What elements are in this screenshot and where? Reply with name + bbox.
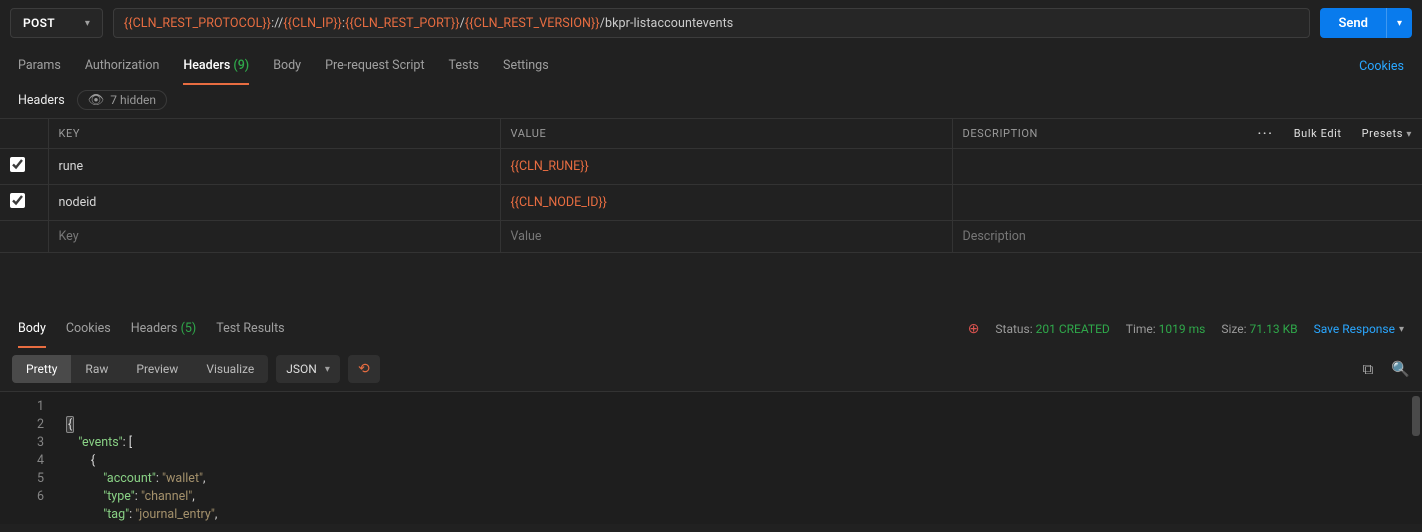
save-response-dropdown[interactable]: Save Response ▾ <box>1314 322 1404 336</box>
tab-params[interactable]: Params <box>18 48 61 85</box>
language-select[interactable]: JSON▾ <box>276 355 340 383</box>
bulk-edit-link[interactable]: Bulk Edit <box>1294 127 1342 140</box>
url-input[interactable]: {{CLN_REST_PROTOCOL}}://{{CLN_IP}}:{{CLN… <box>113 8 1311 38</box>
resp-tab-headers[interactable]: Headers (5) <box>131 311 196 348</box>
tab-settings[interactable]: Settings <box>503 48 549 85</box>
view-preview[interactable]: Preview <box>122 355 192 383</box>
presets-dropdown[interactable]: Presets ▾ <box>1362 127 1412 140</box>
view-raw[interactable]: Raw <box>71 355 122 383</box>
chevron-down-icon: ▾ <box>85 18 90 29</box>
chevron-down-icon: ▾ <box>1397 18 1402 29</box>
view-visualize[interactable]: Visualize <box>192 355 268 383</box>
header-value[interactable]: {{CLN_NODE_ID}} <box>500 185 952 221</box>
copy-icon[interactable]: ⧉ <box>1363 360 1374 378</box>
status-badge: Status: 201 CREATED <box>995 322 1109 336</box>
hidden-headers-toggle[interactable]: 👁 7 hidden <box>77 90 167 110</box>
tab-authorization[interactable]: Authorization <box>85 48 160 85</box>
code-content: { "events": [ { "account": "wallet", "ty… <box>56 392 217 524</box>
url-path: /bkpr-listaccountevents <box>600 16 734 31</box>
resp-tab-cookies[interactable]: Cookies <box>66 311 111 348</box>
url-var-version: {{CLN_REST_VERSION}} <box>465 16 600 31</box>
wrap-toggle[interactable]: ⟲ <box>348 355 380 383</box>
headers-table: KEY VALUE DESCRIPTION ··· Bulk Edit Pres… <box>0 118 1422 253</box>
row-checkbox[interactable] <box>10 193 25 208</box>
url-var-protocol: {{CLN_REST_PROTOCOL}} <box>124 16 271 31</box>
tab-body[interactable]: Body <box>273 48 301 85</box>
headers-title: Headers <box>18 93 65 108</box>
url-var-port: {{CLN_REST_PORT}} <box>345 16 460 31</box>
send-button[interactable]: Send <box>1320 8 1386 38</box>
tab-tests[interactable]: Tests <box>449 48 479 85</box>
row-checkbox[interactable] <box>10 157 25 172</box>
header-key[interactable]: nodeid <box>48 185 500 221</box>
view-mode-segment: Pretty Raw Preview Visualize <box>12 355 268 383</box>
table-row: nodeid {{CLN_NODE_ID}} <box>0 185 1422 221</box>
http-method-select[interactable]: POST ▾ <box>10 8 103 38</box>
tab-headers[interactable]: Headers (9) <box>183 48 249 85</box>
network-icon[interactable]: ⊕ <box>968 321 980 337</box>
http-method-label: POST <box>23 16 55 30</box>
view-pretty[interactable]: Pretty <box>12 355 71 383</box>
col-key: KEY <box>48 119 500 149</box>
chevron-down-icon: ▾ <box>1406 129 1412 140</box>
header-desc[interactable] <box>952 185 1422 221</box>
header-value[interactable]: {{CLN_RUNE}} <box>500 149 952 185</box>
size-badge: Size: 71.13 KB <box>1221 322 1297 336</box>
header-value-input[interactable]: Value <box>500 221 952 253</box>
col-description: DESCRIPTION <box>963 127 1038 140</box>
header-key[interactable]: rune <box>48 149 500 185</box>
header-desc-input[interactable]: Description <box>952 221 1422 253</box>
header-key-input[interactable]: Key <box>48 221 500 253</box>
url-var-ip: {{CLN_IP}} <box>283 16 342 31</box>
col-value: VALUE <box>500 119 952 149</box>
search-icon[interactable]: 🔍 <box>1391 360 1410 378</box>
send-dropdown-button[interactable]: ▾ <box>1386 8 1412 38</box>
chevron-down-icon: ▾ <box>1399 324 1404 335</box>
response-body[interactable]: 1 2 3 4 5 6 { "events": [ { "account": "… <box>0 391 1422 524</box>
wrap-icon: ⟲ <box>358 361 370 377</box>
more-icon[interactable]: ··· <box>1258 127 1274 140</box>
resp-tab-body[interactable]: Body <box>18 311 46 348</box>
resp-tab-testresults[interactable]: Test Results <box>216 311 284 348</box>
eye-icon: 👁 <box>88 94 105 107</box>
table-row: rune {{CLN_RUNE}} <box>0 149 1422 185</box>
time-badge: Time: 1019 ms <box>1126 322 1206 336</box>
table-row-empty: Key Value Description <box>0 221 1422 253</box>
scrollbar-thumb[interactable] <box>1412 396 1420 436</box>
line-gutter: 1 2 3 4 5 6 <box>0 392 56 524</box>
tab-prerequest[interactable]: Pre-request Script <box>325 48 424 85</box>
cookies-link[interactable]: Cookies <box>1359 59 1404 74</box>
header-desc[interactable] <box>952 149 1422 185</box>
chevron-down-icon: ▾ <box>325 364 330 375</box>
